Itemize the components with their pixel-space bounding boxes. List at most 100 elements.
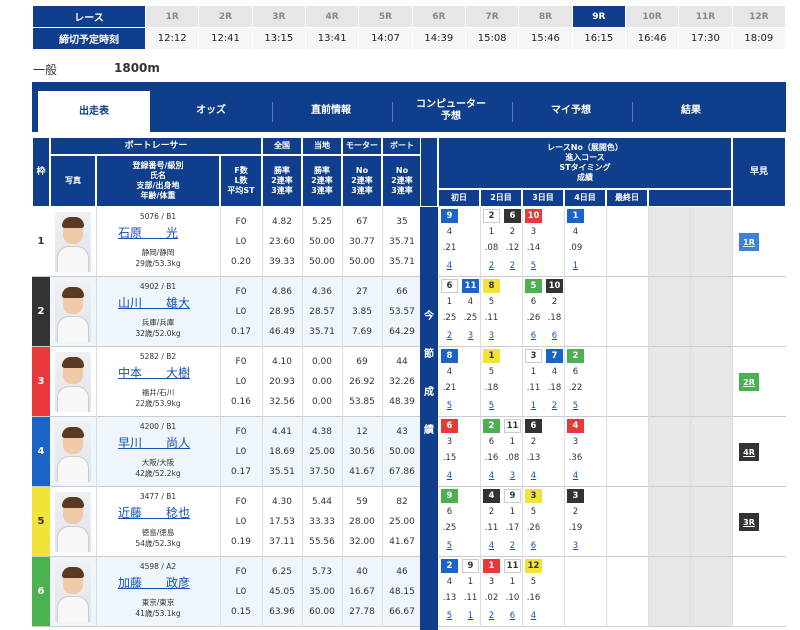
race-tab-1R[interactable]: 1R bbox=[144, 5, 200, 28]
race-deadline-time: 12:41 bbox=[198, 27, 253, 50]
stat-value: 66 bbox=[396, 287, 408, 297]
flst-value: L0 bbox=[235, 307, 247, 317]
st-timing: .11 bbox=[484, 523, 499, 533]
result-rank-link[interactable]: 5 bbox=[483, 399, 500, 413]
result-rank-link[interactable]: 1 bbox=[462, 609, 479, 623]
race-no-box: 4 bbox=[483, 489, 500, 503]
photo-suit bbox=[57, 316, 89, 342]
result-rank-link[interactable]: 4 bbox=[441, 259, 458, 273]
tab-pre-race-info[interactable]: 直前情報 bbox=[272, 91, 390, 131]
racer-name-link[interactable]: 山川 雄大 bbox=[118, 294, 190, 311]
course-value: 3 bbox=[446, 437, 453, 447]
race-no-box: 9 bbox=[504, 489, 521, 503]
flst-value: 0.17 bbox=[230, 327, 252, 337]
result-rank-link[interactable]: 3 bbox=[483, 329, 500, 343]
photo-hair bbox=[62, 217, 84, 228]
blank-day-col bbox=[648, 417, 690, 487]
course-value: 1 bbox=[467, 577, 474, 587]
stat-value: 32.56 bbox=[269, 397, 295, 407]
race-tab-9R[interactable]: 9R bbox=[571, 5, 626, 28]
stat-value: 40 bbox=[356, 567, 368, 577]
racer-name-link[interactable]: 中本 大樹 bbox=[118, 364, 190, 381]
racer-name-link[interactable]: 加藤 政彦 bbox=[118, 574, 190, 591]
photo-suit bbox=[57, 596, 89, 622]
race-tab-4R[interactable]: 4R bbox=[304, 5, 360, 28]
race-tab-12R[interactable]: 12R bbox=[731, 5, 787, 28]
result-rank-link[interactable]: 5 bbox=[567, 399, 584, 413]
result-rank-link[interactable]: 6 bbox=[525, 329, 542, 343]
result-rank-link[interactable]: 5 bbox=[441, 539, 458, 553]
result-rank-link[interactable]: 5 bbox=[441, 399, 458, 413]
course-value: 4 bbox=[572, 227, 579, 237]
race-distance: 1800m bbox=[114, 61, 160, 75]
result-rank-link[interactable]: 5 bbox=[441, 609, 458, 623]
tab-entries[interactable]: 出走表 bbox=[38, 91, 150, 132]
race-tab-7R[interactable]: 7R bbox=[464, 5, 520, 28]
result-rank-link[interactable]: 3 bbox=[567, 539, 584, 553]
hayami-link[interactable]: 3R bbox=[739, 513, 759, 531]
stat-value: 35.00 bbox=[309, 587, 335, 597]
stat-value: 64.29 bbox=[389, 327, 415, 337]
result-rank-link[interactable]: 5 bbox=[525, 259, 542, 273]
race-tab-5R[interactable]: 5R bbox=[358, 5, 413, 28]
national-header: 全国 bbox=[262, 137, 302, 155]
result-rank-link[interactable]: 3 bbox=[504, 469, 521, 483]
stat-value: 37.11 bbox=[269, 537, 295, 547]
race-tab-3R[interactable]: 3R bbox=[251, 5, 306, 28]
result-rank-link[interactable]: 2 bbox=[504, 259, 521, 273]
race-deadline-time: 16:46 bbox=[624, 27, 680, 50]
result-rank-link[interactable]: 6 bbox=[525, 539, 542, 553]
result-rank-link[interactable]: 6 bbox=[504, 609, 521, 623]
race-tab-11R[interactable]: 11R bbox=[678, 5, 733, 28]
race-no-box: 4 bbox=[567, 419, 584, 433]
stat-value: 27.78 bbox=[349, 607, 375, 617]
tab-odds[interactable]: オッズ bbox=[152, 91, 270, 131]
result-rank-link[interactable]: 4 bbox=[567, 469, 584, 483]
photo-hair bbox=[62, 567, 84, 578]
result-rank-link[interactable]: 2 bbox=[483, 609, 500, 623]
race-tab-2R[interactable]: 2R bbox=[198, 5, 253, 28]
result-rank-link[interactable]: 1 bbox=[567, 259, 584, 273]
hayami-link[interactable]: 1R bbox=[739, 233, 759, 251]
column-divider bbox=[96, 207, 97, 627]
stat-value: 28.57 bbox=[309, 307, 335, 317]
hayami-link[interactable]: 4R bbox=[739, 443, 759, 461]
race-tab-10R[interactable]: 10R bbox=[624, 5, 680, 28]
result-rank-link[interactable]: 4 bbox=[441, 469, 458, 483]
result-rank-link[interactable]: 4 bbox=[483, 469, 500, 483]
tab-my-prediction[interactable]: マイ予想 bbox=[512, 91, 630, 131]
result-rank-link[interactable]: 2 bbox=[504, 539, 521, 553]
result-rank-link[interactable]: 4 bbox=[525, 609, 542, 623]
result-rank-link[interactable]: 2 bbox=[483, 259, 500, 273]
racer-name-link[interactable]: 石原 光 bbox=[118, 224, 178, 241]
result-rank-link[interactable]: 2 bbox=[546, 399, 563, 413]
racer-name-link[interactable]: 早川 尚人 bbox=[118, 434, 190, 451]
result-rank-link[interactable]: 3 bbox=[462, 329, 479, 343]
stat-value: 30.77 bbox=[349, 237, 375, 247]
tab-computer-prediction[interactable]: コンピューター 予想 bbox=[392, 91, 510, 131]
race-no-box: 12 bbox=[525, 559, 542, 573]
tab-results[interactable]: 結果 bbox=[632, 91, 750, 131]
photo-hair bbox=[62, 427, 84, 438]
blank-day-col bbox=[690, 487, 732, 557]
race-label: レース bbox=[32, 5, 146, 28]
column-divider bbox=[648, 207, 649, 627]
waku-header: 枠 bbox=[32, 137, 50, 207]
race-tab-8R[interactable]: 8R bbox=[518, 5, 573, 28]
st-timing: .25 bbox=[442, 313, 457, 323]
result-rank-link[interactable]: 4 bbox=[525, 469, 542, 483]
stat-value: 35.71 bbox=[389, 237, 415, 247]
result-rank-link[interactable]: 2 bbox=[441, 329, 458, 343]
racer-branch: 東京/東京 bbox=[141, 598, 175, 607]
result-rank-link[interactable]: 1 bbox=[525, 399, 542, 413]
race-schedule-table: レース 1R 2R 3R 4R 5R 6R 7R 8R 9R 10R 11R 12R 締切予定時刻 1… bbox=[32, 5, 787, 50]
course-value: 1 bbox=[509, 577, 516, 587]
result-rank-link[interactable]: 4 bbox=[483, 539, 500, 553]
result-rank-link[interactable]: 6 bbox=[546, 329, 563, 343]
racer-photo bbox=[55, 212, 91, 272]
hayami-link[interactable]: 2R bbox=[739, 373, 759, 391]
day-header-1: 2日目 bbox=[480, 189, 522, 207]
race-no-box: 2 bbox=[483, 209, 500, 223]
racer-name-link[interactable]: 近藤 稔也 bbox=[118, 504, 190, 521]
race-tab-6R[interactable]: 6R bbox=[411, 5, 466, 28]
